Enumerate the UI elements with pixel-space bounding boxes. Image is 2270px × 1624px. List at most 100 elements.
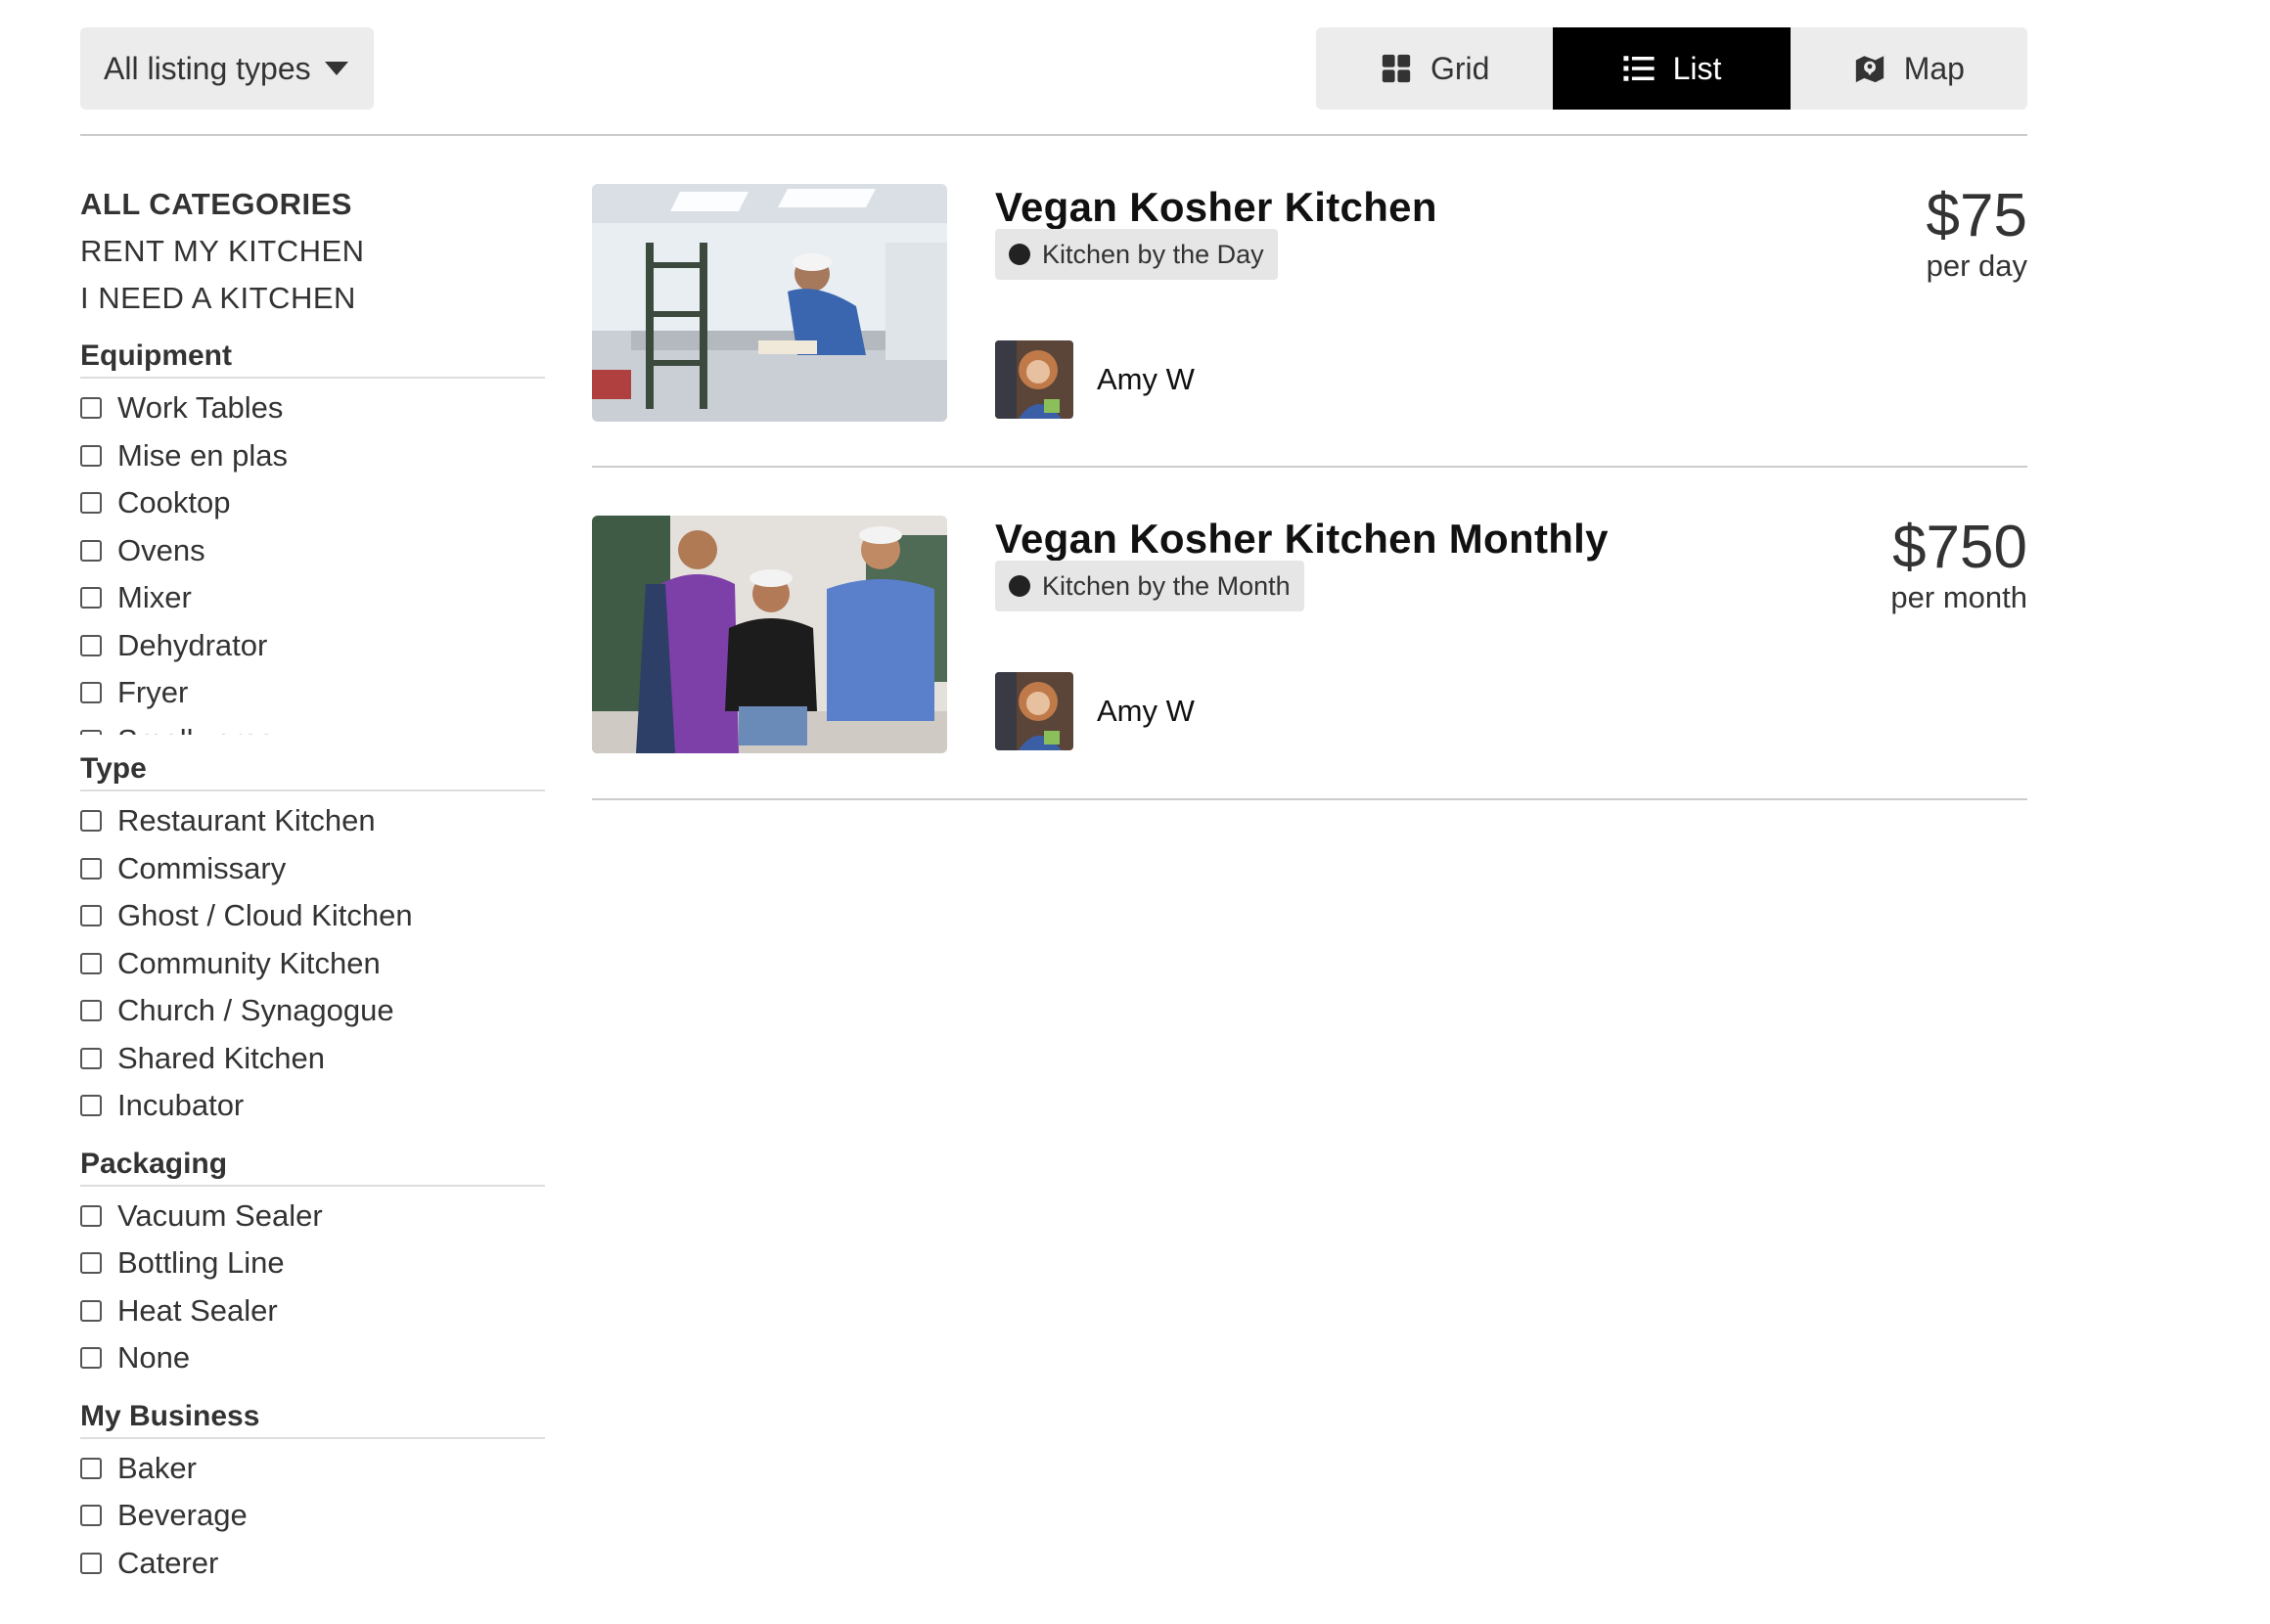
checkbox[interactable] [80, 1047, 102, 1069]
host-info[interactable]: Amy W [995, 340, 1195, 419]
price-amount: $75 [1926, 182, 2027, 249]
filter-option[interactable]: Shared Kitchen [80, 1035, 545, 1083]
host-name[interactable]: Amy W [1097, 694, 1195, 729]
listing-title[interactable]: Vegan Kosher Kitchen Monthly [995, 516, 1609, 563]
filter-option[interactable]: Work Tables [80, 384, 545, 432]
map-icon [1855, 56, 1884, 83]
checkbox[interactable] [80, 1299, 102, 1322]
category-rent-my-kitchen[interactable]: RENT MY KITCHEN [80, 228, 545, 275]
checkbox[interactable] [80, 587, 102, 609]
price-unit: per month [1890, 580, 2027, 614]
listing-price: $75 per day [1927, 184, 2027, 284]
filter-option[interactable]: Ovens [80, 527, 545, 575]
filter-option-label: Church / Synagogue [117, 993, 394, 1028]
host-info[interactable]: Amy W [995, 672, 1195, 750]
map-view-button[interactable]: Map [1791, 27, 2027, 110]
listing-card[interactable]: Vegan Kosher Kitchen Kitchen by the Day … [592, 184, 2027, 468]
filter-option[interactable]: Incubator [80, 1082, 545, 1130]
filter-option-label: Heat Sealer [117, 1292, 278, 1328]
filter-option[interactable]: Vacuum Sealer [80, 1193, 545, 1241]
checkbox[interactable] [80, 729, 102, 735]
listing-photo[interactable] [592, 516, 947, 753]
filter-option[interactable]: Church / Synagogue [80, 987, 545, 1035]
filter-option[interactable]: Community Kitchen [80, 940, 545, 988]
filter-group-title: Equipment [80, 339, 545, 379]
checkbox[interactable] [80, 539, 102, 562]
filter-option[interactable]: Caterer [80, 1540, 545, 1588]
checkbox[interactable] [80, 1457, 102, 1479]
listing-title[interactable]: Vegan Kosher Kitchen [995, 184, 1437, 231]
listing-type-dropdown[interactable]: All listing types [80, 27, 374, 110]
filter-option-label: Mise en plas [117, 437, 289, 473]
checkbox[interactable] [80, 905, 102, 927]
price-unit: per day [1926, 248, 2027, 283]
checkbox[interactable] [80, 1505, 102, 1527]
filter-option-label: None [117, 1340, 191, 1376]
filter-option-label: Work Tables [117, 390, 284, 426]
checkbox[interactable] [80, 1347, 102, 1370]
price-amount: $750 [1892, 514, 2027, 581]
filter-group-equipment: Equipment Work Tables Mise en plas Cookt… [80, 339, 545, 735]
checkbox[interactable] [80, 492, 102, 515]
map-view-label: Map [1903, 50, 1965, 86]
listing-photo[interactable] [592, 184, 947, 422]
checkbox[interactable] [80, 634, 102, 656]
list-view-label: List [1672, 50, 1722, 86]
filter-option-label: Bottling Line [117, 1245, 285, 1281]
badge-label: Kitchen by the Month [1042, 570, 1291, 601]
divider [80, 134, 2027, 136]
filter-group-type: Type Restaurant Kitchen Commissary Ghost… [80, 752, 545, 1130]
filter-option[interactable]: Bottling Line [80, 1240, 545, 1287]
checkbox[interactable] [80, 952, 102, 974]
listing-type-badge: Kitchen by the Day [995, 229, 1278, 280]
badge-label: Kitchen by the Day [1042, 239, 1264, 269]
filter-option[interactable]: Beverage [80, 1492, 545, 1540]
checkbox[interactable] [80, 1252, 102, 1275]
listing-card[interactable]: Vegan Kosher Kitchen Monthly Kitchen by … [592, 516, 2027, 799]
filter-option-label: Cooktop [117, 485, 231, 520]
filter-option-label: Restaurant Kitchen [117, 803, 376, 838]
filter-option[interactable]: Cooktop [80, 479, 545, 527]
equipment-options-list[interactable]: Work Tables Mise en plas Cooktop Ovens M… [80, 384, 545, 735]
filter-option-label: Smallwares [117, 723, 274, 735]
checkbox[interactable] [80, 682, 102, 704]
list-view-button[interactable]: List [1553, 27, 1791, 110]
grid-view-label: Grid [1430, 50, 1490, 86]
checkbox[interactable] [80, 1095, 102, 1117]
listing-type-badge: Kitchen by the Month [995, 561, 1304, 611]
checkbox[interactable] [80, 810, 102, 833]
checkbox[interactable] [80, 1552, 102, 1574]
filter-option[interactable]: Fryer [80, 669, 545, 717]
filter-option[interactable]: Commissary [80, 845, 545, 893]
filter-option[interactable]: Mise en plas [80, 432, 545, 480]
filter-option-label: Baker [117, 1450, 197, 1485]
filter-group-title: My Business [80, 1400, 545, 1439]
filter-option[interactable]: Baker [80, 1445, 545, 1493]
filter-option[interactable]: Mixer [80, 574, 545, 622]
filter-group-my-business: My Business Baker Beverage Caterer [80, 1400, 545, 1588]
filter-option-label: Commissary [117, 850, 287, 885]
checkbox[interactable] [80, 1204, 102, 1227]
host-name[interactable]: Amy W [1097, 362, 1195, 397]
checkbox[interactable] [80, 1000, 102, 1022]
filter-option[interactable]: Restaurant Kitchen [80, 797, 545, 845]
list-icon [1623, 56, 1655, 81]
avatar[interactable] [995, 672, 1073, 750]
filter-option[interactable]: Smallwares [80, 717, 545, 735]
checkbox[interactable] [80, 444, 102, 467]
divider [592, 798, 2027, 800]
filter-option-label: Ghost / Cloud Kitchen [117, 898, 413, 933]
grid-view-button[interactable]: Grid [1316, 27, 1553, 110]
category-all[interactable]: ALL CATEGORIES [80, 181, 545, 228]
view-toggle: Grid List Map [1316, 27, 2027, 110]
filter-option[interactable]: None [80, 1334, 545, 1382]
checkbox[interactable] [80, 397, 102, 420]
category-i-need-a-kitchen[interactable]: I NEED A KITCHEN [80, 275, 545, 322]
avatar[interactable] [995, 340, 1073, 419]
filter-option[interactable]: Ghost / Cloud Kitchen [80, 892, 545, 940]
listing-price: $750 per month [1890, 516, 2027, 615]
filter-option[interactable]: Heat Sealer [80, 1287, 545, 1335]
filter-group-packaging: Packaging Vacuum Sealer Bottling Line He… [80, 1148, 545, 1382]
filter-option[interactable]: Dehydrator [80, 622, 545, 670]
checkbox[interactable] [80, 857, 102, 880]
